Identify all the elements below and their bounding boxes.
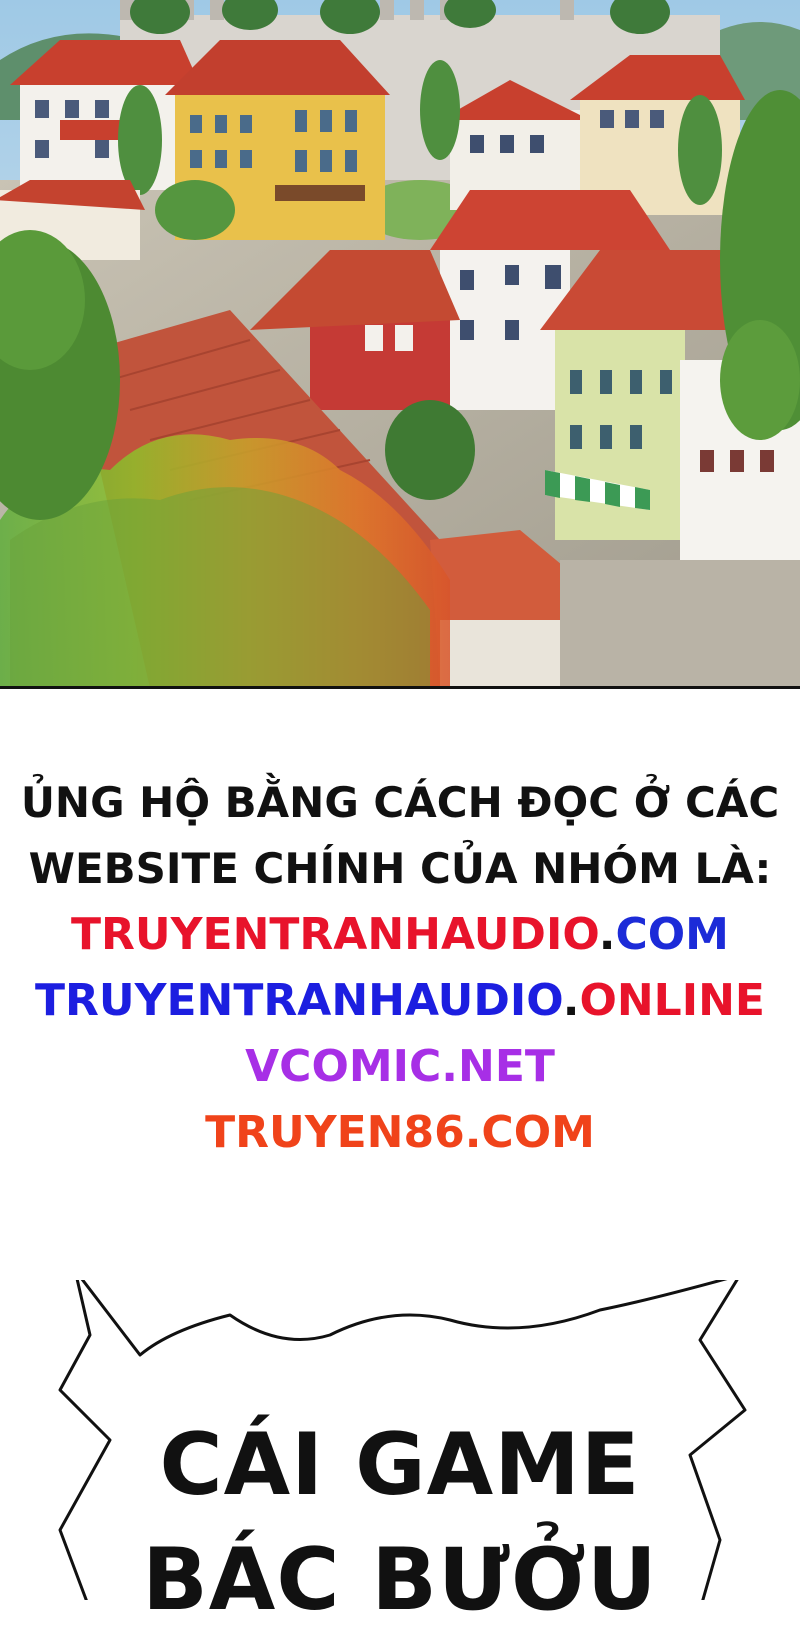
website-1-tld: COM	[615, 909, 729, 960]
website-link-2[interactable]: TRUYENTRANHAUDIO.ONLINE	[0, 968, 800, 1034]
support-notice: ỦNG HỘ BẰNG CÁCH ĐỌC Ở CÁC WEBSITE CHÍNH…	[0, 770, 800, 1166]
website-1-name: TRUYENTRANHAUDIO	[71, 909, 599, 960]
website-1-dot: .	[598, 909, 616, 960]
website-link-4[interactable]: TRUYEN86.COM	[0, 1100, 800, 1166]
website-2-tld: ONLINE	[579, 975, 765, 1026]
notice-line-1: ỦNG HỘ BẰNG CÁCH ĐỌC Ở CÁC	[20, 778, 780, 827]
panel-border	[0, 686, 800, 689]
bubble-line-1: CÁI GAME	[159, 1415, 641, 1515]
bubble-line-2: BÁC BƯỞU	[142, 1530, 658, 1630]
town-illustration	[0, 0, 800, 688]
speech-bubble: CÁI GAME BÁC BƯỞU	[0, 1280, 800, 1630]
website-2-dot: .	[562, 975, 580, 1026]
website-link-3[interactable]: VCOMIC.NET	[0, 1034, 800, 1100]
website-link-1[interactable]: TRUYENTRANHAUDIO.COM	[0, 902, 800, 968]
notice-line-2: WEBSITE CHÍNH CỦA NHÓM LÀ:	[28, 844, 772, 893]
website-2-name: TRUYENTRANHAUDIO	[35, 975, 563, 1026]
